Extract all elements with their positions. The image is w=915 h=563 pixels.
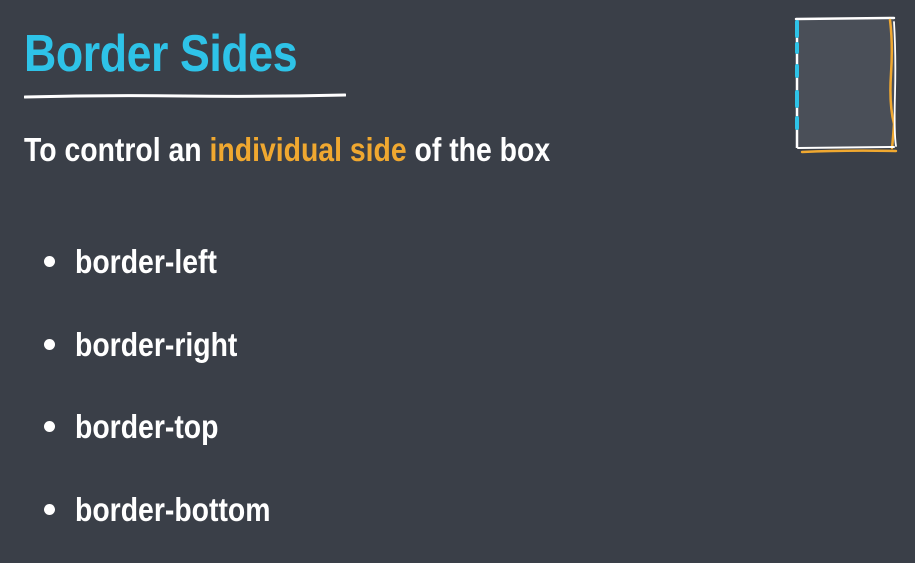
bullet-dot (44, 256, 55, 267)
bullet-text: border-bottom (75, 491, 271, 528)
subtitle-highlight: individual side (209, 131, 407, 168)
box-with-border-sides-icon (794, 16, 898, 154)
slide-subtitle: To control an individual side of the box (24, 133, 550, 166)
bullet-dot (44, 339, 55, 350)
slide: Border Sides To control an individual si… (0, 0, 915, 563)
bullet-text: border-top (75, 408, 219, 445)
bullet-dot (44, 504, 55, 515)
bullet-dot (44, 421, 55, 432)
bullet-text: border-right (75, 326, 238, 363)
slide-title: Border Sides (24, 25, 298, 83)
bullet-text: border-left (75, 243, 217, 280)
subtitle-text-after: of the box (406, 131, 551, 168)
subtitle-text-before: To control an (24, 131, 210, 168)
title-underline (24, 93, 346, 99)
